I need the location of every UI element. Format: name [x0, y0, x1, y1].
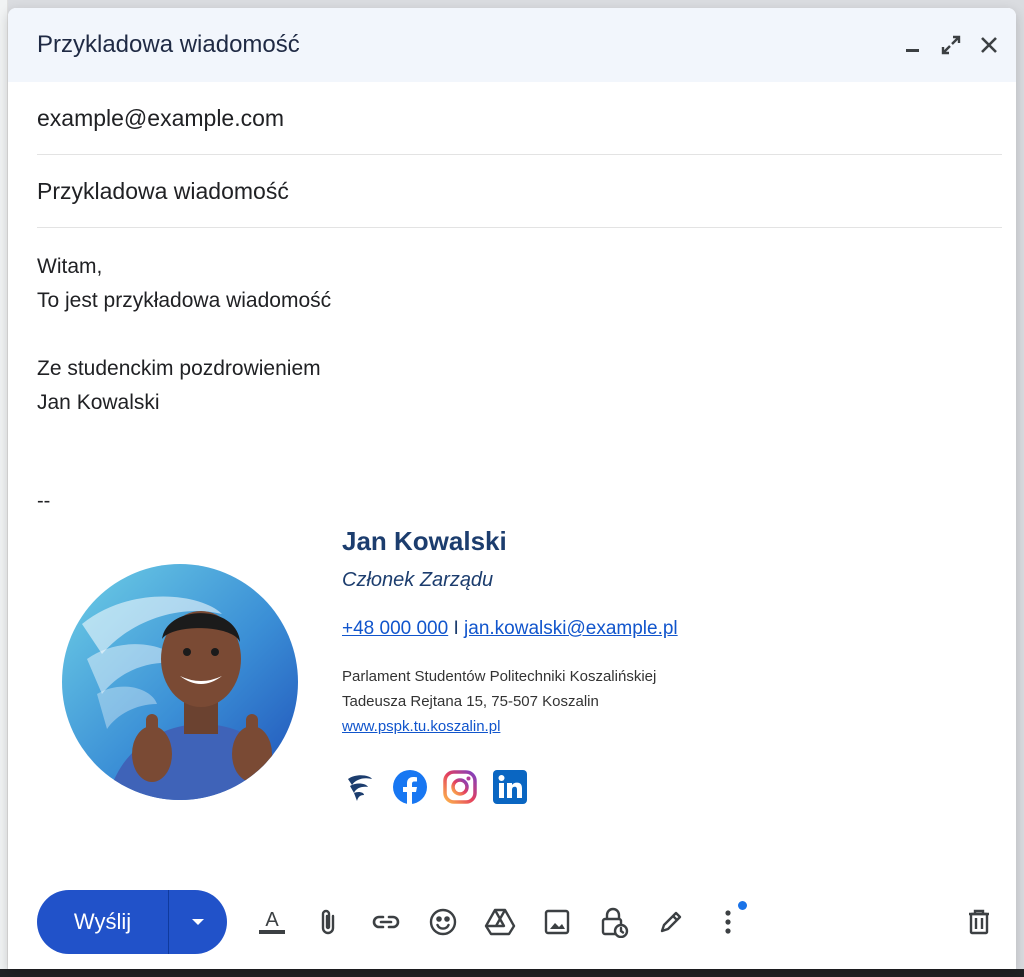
trash-icon[interactable] — [956, 899, 1002, 945]
org-address: Tadeusza Rejtana 15, 75-507 Koszalin — [342, 693, 599, 710]
subject-value: Przykladowa wiadomość — [37, 177, 289, 204]
instagram-icon[interactable] — [442, 769, 478, 805]
social-links — [342, 769, 678, 805]
more-icon[interactable] — [705, 899, 751, 945]
compose-window: Przykladowa wiadomość example@example.co… — [8, 8, 1016, 969]
notification-dot — [738, 901, 747, 910]
body-closing: Ze studenckim pozdrowieniem — [37, 357, 321, 380]
background-taskbar — [0, 969, 1024, 977]
message-body[interactable]: Witam, To jest przykładowa wiadomość Ze … — [8, 228, 1016, 518]
toolbar-tools: A — [249, 899, 762, 945]
phone-link[interactable]: +48 000 000 — [342, 618, 448, 639]
svg-text:A: A — [265, 909, 279, 931]
signature-org: Parlament Studentów Politechniki Koszali… — [342, 664, 678, 739]
chevron-down-icon — [192, 919, 204, 925]
send-group: Wyślij — [37, 890, 227, 954]
signature-icon[interactable] — [648, 899, 694, 945]
to-value: example@example.com — [37, 104, 285, 131]
header-actions — [900, 32, 1002, 58]
contact-separator: I — [453, 618, 459, 639]
email-signature: Jan Kowalski Członek Zarządu +48 000 000… — [8, 518, 1016, 848]
format-text-icon[interactable]: A — [249, 899, 295, 945]
signature-contact: +48 000 000 I jan.kowalski@example.pl — [342, 618, 678, 640]
body-line: To jest przykładowa wiadomość — [37, 289, 332, 312]
subject-field[interactable]: Przykladowa wiadomość — [37, 155, 1002, 228]
compose-toolbar: Wyślij A — [8, 875, 1016, 969]
minimize-icon[interactable] — [900, 32, 926, 58]
link-icon[interactable] — [363, 899, 409, 945]
close-icon[interactable] — [976, 32, 1002, 58]
compose-title: Przykladowa wiadomość — [37, 31, 300, 58]
drive-icon[interactable] — [477, 899, 523, 945]
body-greeting: Witam, — [37, 255, 103, 278]
attach-icon[interactable] — [306, 899, 352, 945]
linkedin-icon[interactable] — [492, 769, 528, 805]
email-link[interactable]: jan.kowalski@example.pl — [464, 618, 678, 639]
signature-name: Jan Kowalski — [342, 526, 507, 556]
background-app — [0, 0, 8, 977]
pspk-icon[interactable] — [342, 769, 378, 805]
body-name: Jan Kowalski — [37, 391, 160, 414]
send-button[interactable]: Wyślij — [37, 890, 169, 954]
signature-role: Członek Zarządu — [342, 569, 494, 591]
confidential-icon[interactable] — [591, 899, 637, 945]
send-options-button[interactable] — [169, 890, 227, 954]
image-icon[interactable] — [534, 899, 580, 945]
signature-info: Jan Kowalski Członek Zarządu +48 000 000… — [342, 518, 678, 805]
facebook-icon[interactable] — [392, 769, 428, 805]
website-link[interactable]: www.pspk.tu.koszalin.pl — [342, 718, 500, 735]
emoji-icon[interactable] — [420, 899, 466, 945]
signature-separator: -- — [37, 490, 51, 512]
avatar — [62, 564, 298, 800]
compose-header[interactable]: Przykladowa wiadomość — [8, 8, 1016, 82]
to-field[interactable]: example@example.com — [37, 82, 1002, 155]
expand-icon[interactable] — [938, 32, 964, 58]
org-name: Parlament Studentów Politechniki Koszali… — [342, 668, 657, 685]
